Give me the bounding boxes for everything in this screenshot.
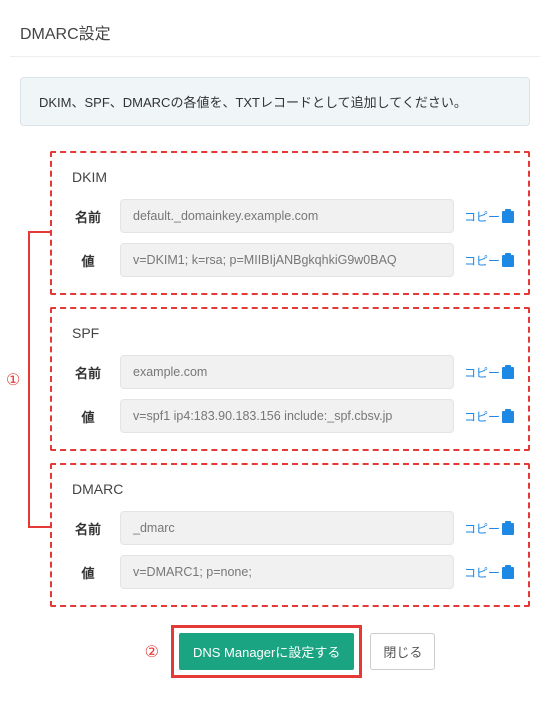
dmarc-title: DMARC — [72, 481, 514, 497]
dkim-section: DKIM 名前 コピー 値 コピー — [50, 151, 530, 295]
annotation-one-label: ① — [6, 368, 20, 392]
dmarc-name-label: 名前 — [66, 519, 110, 538]
dkim-value-field[interactable] — [120, 243, 454, 277]
copy-dkim-value-button[interactable]: コピー — [464, 252, 514, 269]
copy-dmarc-name-button[interactable]: コピー — [464, 520, 514, 537]
dns-manager-set-button[interactable]: DNS Managerに設定する — [179, 633, 354, 670]
info-message: DKIM、SPF、DMARCの各値を、TXTレコードとして追加してください。 — [20, 77, 530, 126]
page-title: DMARC設定 — [10, 20, 540, 57]
copy-label: コピー — [464, 364, 500, 381]
copy-dkim-name-button[interactable]: コピー — [464, 208, 514, 225]
dkim-name-label: 名前 — [66, 207, 110, 226]
annotation-two-box: DNS Managerに設定する — [171, 625, 362, 678]
spf-value-label: 値 — [66, 407, 110, 426]
copy-label: コピー — [464, 564, 500, 581]
dmarc-section: DMARC 名前 コピー 値 コピー — [50, 463, 530, 607]
clipboard-icon — [502, 565, 514, 579]
dkim-name-field[interactable] — [120, 199, 454, 233]
clipboard-icon — [502, 365, 514, 379]
copy-dmarc-value-button[interactable]: コピー — [464, 564, 514, 581]
annotation-one-bracket: ① — [10, 151, 50, 608]
spf-name-label: 名前 — [66, 363, 110, 382]
spf-value-field[interactable] — [120, 399, 454, 433]
annotation-two-label: ② — [145, 642, 159, 662]
dmarc-value-field[interactable] — [120, 555, 454, 589]
copy-label: コピー — [464, 252, 500, 269]
clipboard-icon — [502, 209, 514, 223]
copy-label: コピー — [464, 208, 500, 225]
dmarc-name-field[interactable] — [120, 511, 454, 545]
dmarc-value-label: 値 — [66, 563, 110, 582]
copy-label: コピー — [464, 520, 500, 537]
copy-label: コピー — [464, 408, 500, 425]
dkim-title: DKIM — [72, 169, 514, 185]
clipboard-icon — [502, 521, 514, 535]
dkim-value-label: 値 — [66, 251, 110, 270]
copy-spf-name-button[interactable]: コピー — [464, 364, 514, 381]
spf-section: SPF 名前 コピー 値 コピー — [50, 307, 530, 451]
close-button[interactable]: 閉じる — [370, 633, 435, 670]
spf-title: SPF — [72, 325, 514, 341]
spf-name-field[interactable] — [120, 355, 454, 389]
clipboard-icon — [502, 409, 514, 423]
copy-spf-value-button[interactable]: コピー — [464, 408, 514, 425]
clipboard-icon — [502, 253, 514, 267]
